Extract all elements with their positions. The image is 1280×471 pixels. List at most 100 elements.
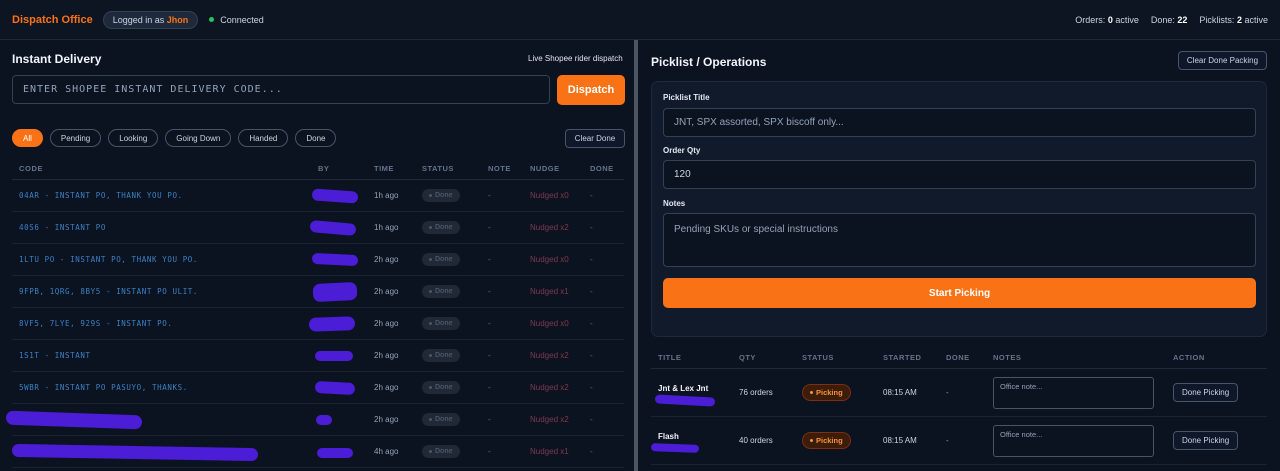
table-row[interactable]: 2h ago Done - Nudged x2 -	[5, 404, 624, 436]
picklist-row-qty: 40 orders	[739, 436, 773, 445]
instant-delivery-panel: Instant Delivery Live Shopee rider dispa…	[0, 40, 632, 471]
row-note: -	[488, 287, 491, 296]
picklist-title-input[interactable]: JNT, SPX assorted, SPX biscoff only...	[663, 108, 1256, 137]
done-picking-button[interactable]: Done Picking	[1173, 431, 1239, 450]
row-nudge[interactable]: Nudged x2	[530, 383, 590, 392]
row-time: 2h ago	[374, 287, 399, 296]
status-badge: Done	[422, 253, 460, 266]
row-done: -	[590, 415, 593, 424]
table-row[interactable]: 04AR - INSTANT PO, THANK YOU PO. 1h ago …	[12, 180, 624, 212]
filter-looking[interactable]: Looking	[108, 129, 159, 147]
table-row[interactable]: 1LTU PO - INSTANT PO, THANK YOU PO. 2h a…	[12, 244, 624, 276]
redaction-mark	[316, 415, 332, 425]
login-user: Jhon	[166, 14, 189, 25]
row-by	[316, 404, 374, 435]
row-status: Done	[422, 221, 488, 234]
row-nudge[interactable]: Nudged x2	[530, 351, 590, 360]
row-note: -	[488, 383, 491, 392]
stat-done-value: 22	[1177, 14, 1188, 25]
row-code: 5WBR - INSTANT PO PASUYO, THANKS.	[19, 383, 188, 392]
clear-done-packing-button[interactable]: Clear Done Packing	[1178, 51, 1267, 70]
row-code: 1S1T - INSTANT	[19, 351, 91, 360]
row-nudge[interactable]: Nudged x1	[530, 287, 590, 296]
status-badge: Done	[422, 189, 460, 202]
panel-resize-handle[interactable]	[634, 40, 638, 471]
stat-orders-suffix: active	[1115, 14, 1139, 25]
connection-label: Connected	[220, 14, 264, 25]
row-note: -	[488, 415, 491, 424]
col-time: TIME	[374, 164, 394, 173]
row-status: Done	[422, 349, 488, 362]
clear-done-button[interactable]: Clear Done	[565, 129, 625, 148]
row-status: Done	[422, 413, 488, 426]
table-row[interactable]: 8VF5, 7LYE, 929S - INSTANT PO. 2h ago Do…	[12, 308, 624, 340]
status-dot-icon	[810, 439, 813, 442]
notes-textarea[interactable]: Pending SKUs or special instructions	[663, 213, 1256, 267]
redaction-mark	[311, 188, 359, 204]
instant-table: CODE BY TIME STATUS NOTE NUDGE DONE 04AR…	[5, 158, 624, 468]
col-action: ACTION	[1173, 353, 1205, 362]
table-row[interactable]: 9FPB, 1QRG, 8BY5 - INSTANT PO ULIT. 2h a…	[12, 276, 624, 308]
login-pill: Logged in as Jhon	[102, 10, 199, 29]
row-time: 2h ago	[374, 415, 399, 424]
status-text: Done	[435, 256, 453, 263]
dispatch-button[interactable]: Dispatch	[557, 75, 625, 105]
filter-pending[interactable]: Pending	[49, 129, 102, 147]
status-dot-icon	[810, 391, 813, 394]
table-row[interactable]: 1S1T - INSTANT 2h ago Done - Nudged x2 -	[12, 340, 624, 372]
col-status: STATUS	[802, 353, 834, 362]
row-nudge[interactable]: Nudged x2	[530, 415, 590, 424]
row-note: -	[488, 447, 491, 456]
done-picking-button[interactable]: Done Picking	[1173, 383, 1239, 402]
col-nudge: NUDGE	[530, 164, 560, 173]
col-status: STATUS	[422, 164, 454, 173]
row-note: -	[488, 319, 491, 328]
row-time: 1h ago	[374, 191, 399, 200]
notes-label: Notes	[663, 199, 686, 208]
row-code: 8VF5, 7LYE, 929S - INSTANT PO.	[19, 319, 173, 328]
table-row[interactable]: 40S6 - INSTANT PO 1h ago Done - Nudged x…	[12, 212, 624, 244]
col-by: BY	[318, 164, 330, 173]
picklist-row-status: Picking	[802, 384, 883, 401]
row-code: 1LTU PO - INSTANT PO, THANK YOU PO.	[19, 255, 199, 264]
table-row[interactable]: 4h ago Done - Nudged x1 -	[11, 436, 624, 468]
table-row[interactable]: 5WBR - INSTANT PO PASUYO, THANKS. 2h ago…	[12, 372, 624, 404]
office-note-input[interactable]: Office note...	[993, 376, 1154, 409]
status-badge: Done	[422, 317, 460, 330]
row-done: -	[590, 351, 593, 360]
row-nudge[interactable]: Nudged x1	[530, 447, 590, 456]
row-note: -	[488, 351, 491, 360]
filter-all[interactable]: All	[12, 129, 43, 147]
filter-going-down[interactable]: Going Down	[165, 129, 232, 147]
filter-handed[interactable]: Handed	[238, 129, 289, 147]
start-picking-button[interactable]: Start Picking	[663, 278, 1256, 308]
col-qty: QTY	[739, 353, 756, 362]
row-done: -	[590, 447, 593, 456]
status-dot-icon	[429, 386, 432, 389]
stat-done-label: Done:	[1150, 14, 1175, 25]
row-nudge[interactable]: Nudged x2	[530, 223, 590, 232]
office-note-input[interactable]: Office note...	[993, 424, 1154, 457]
row-time: 1h ago	[374, 223, 399, 232]
picklist-row-qty: 76 orders	[739, 388, 773, 397]
row-code: 9FPB, 1QRG, 8BY5 - INSTANT PO ULIT.	[19, 287, 199, 296]
row-by	[315, 340, 374, 371]
picklist-row-done: -	[946, 436, 949, 445]
col-code: CODE	[19, 164, 44, 173]
status-dot-icon	[429, 226, 432, 229]
picklist-row-title: Jnt & Lex Jnt	[651, 369, 739, 416]
row-time: 2h ago	[374, 255, 399, 264]
order-qty-input[interactable]: 120	[663, 160, 1256, 189]
row-nudge[interactable]: Nudged x0	[530, 319, 590, 328]
row-time: 2h ago	[374, 351, 399, 360]
row-nudge[interactable]: Nudged x0	[530, 191, 590, 200]
row-code: 40S6 - INSTANT PO	[19, 223, 106, 232]
picklist-row-action: Done Picking	[1173, 431, 1253, 450]
instant-code-input[interactable]: ENTER SHOPEE INSTANT DELIVERY CODE...	[12, 75, 550, 104]
filter-done[interactable]: Done	[295, 129, 337, 147]
redaction-mark	[311, 252, 359, 267]
row-nudge[interactable]: Nudged x0	[530, 255, 590, 264]
col-title: TITLE	[658, 353, 682, 362]
status-text: Done	[435, 192, 453, 199]
status-text: Done	[435, 352, 453, 359]
